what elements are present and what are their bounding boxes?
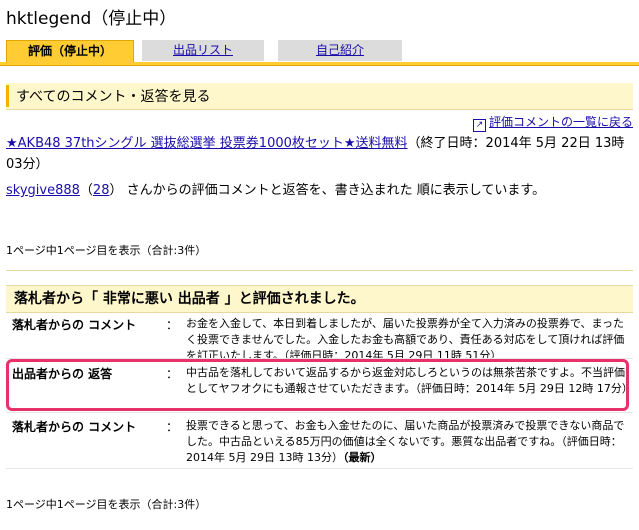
divider <box>6 270 633 271</box>
comment-text: 投票できると思って、お金も入金せたのに、届いた商品が投票済みで投票できない商品で… <box>186 419 625 464</box>
tab-bar: 評価（停止中） 出品リスト 自己紹介 <box>0 40 639 62</box>
evaluation-heading: 落札者から「 非常に悪い 出品者 」と評価されました。 <box>14 291 365 307</box>
arrow-box-icon: ↗ <box>472 119 486 132</box>
latest-badge: （最新） <box>342 451 382 464</box>
user-description: さんからの評価コメントと返答を、書き込まれた 順に表示しています。 <box>126 183 546 198</box>
pagination-info-top: 1ページ中1ページ目を表示（合計:3件） <box>6 244 207 257</box>
auction-info: ★AKB48 37thシングル 選抜総選挙 投票券1000枚セット★送料無料（終… <box>6 133 634 175</box>
rating-open-paren: （ <box>79 183 93 198</box>
row-divider <box>6 412 633 413</box>
section-header: すべてのコメント・返答を見る <box>6 83 633 110</box>
comment-body: 投票できると思って、お金も入金せたのに、届いた商品が投票済みで投票できない商品で… <box>186 418 631 466</box>
page-title: hktlegend（停止中） <box>6 9 177 29</box>
row-divider <box>6 468 633 469</box>
comment-label: 落札者からの コメント <box>12 318 137 332</box>
tab-underline-border <box>0 65 639 66</box>
comment-colon: ： <box>166 318 179 332</box>
comment-body: お金を入金して、本日到着しましたが、届いた投票券が全て入力済みの投票券で、まった… <box>186 317 625 362</box>
back-to-list-link[interactable]: ↗ 評価コメントの一覧に戻る <box>472 113 633 132</box>
user-rating-link[interactable]: 28 <box>93 183 110 198</box>
section-accent-bar <box>6 85 9 107</box>
auction-title-link[interactable]: ★AKB48 37thシングル 選抜総選挙 投票券1000枚セット★送料無料 <box>6 136 408 151</box>
tab-evaluation[interactable]: 評価（停止中） <box>6 40 134 62</box>
pagination-info-bottom: 1ページ中1ページ目を表示（合計:3件） <box>6 498 207 511</box>
evaluation-header: 落札者から「 非常に悪い 出品者 」と評価されました。 <box>6 285 633 313</box>
reply-body: 中古品を落札しておいて返品するから返金対応しろというのは無茶苦茶ですよ。不当評価… <box>186 366 633 395</box>
user-name-link[interactable]: skygive888 <box>6 183 80 198</box>
back-link-label[interactable]: 評価コメントの一覧に戻る <box>489 115 633 129</box>
user-info: skygive888（28） さんからの評価コメントと返答を、書き込まれた 順に… <box>6 180 634 201</box>
rating-close-paren: ） <box>109 183 123 198</box>
reply-colon: ： <box>166 367 179 381</box>
reply-label: 出品者からの 返答 <box>12 367 113 381</box>
tab-listings[interactable]: 出品リスト <box>142 40 264 61</box>
tab-self-introduction[interactable]: 自己紹介 <box>278 40 402 61</box>
comment-colon: ： <box>166 420 179 434</box>
comment-label: 落札者からの コメント <box>12 420 137 434</box>
section-heading: すべてのコメント・返答を見る <box>16 89 211 105</box>
